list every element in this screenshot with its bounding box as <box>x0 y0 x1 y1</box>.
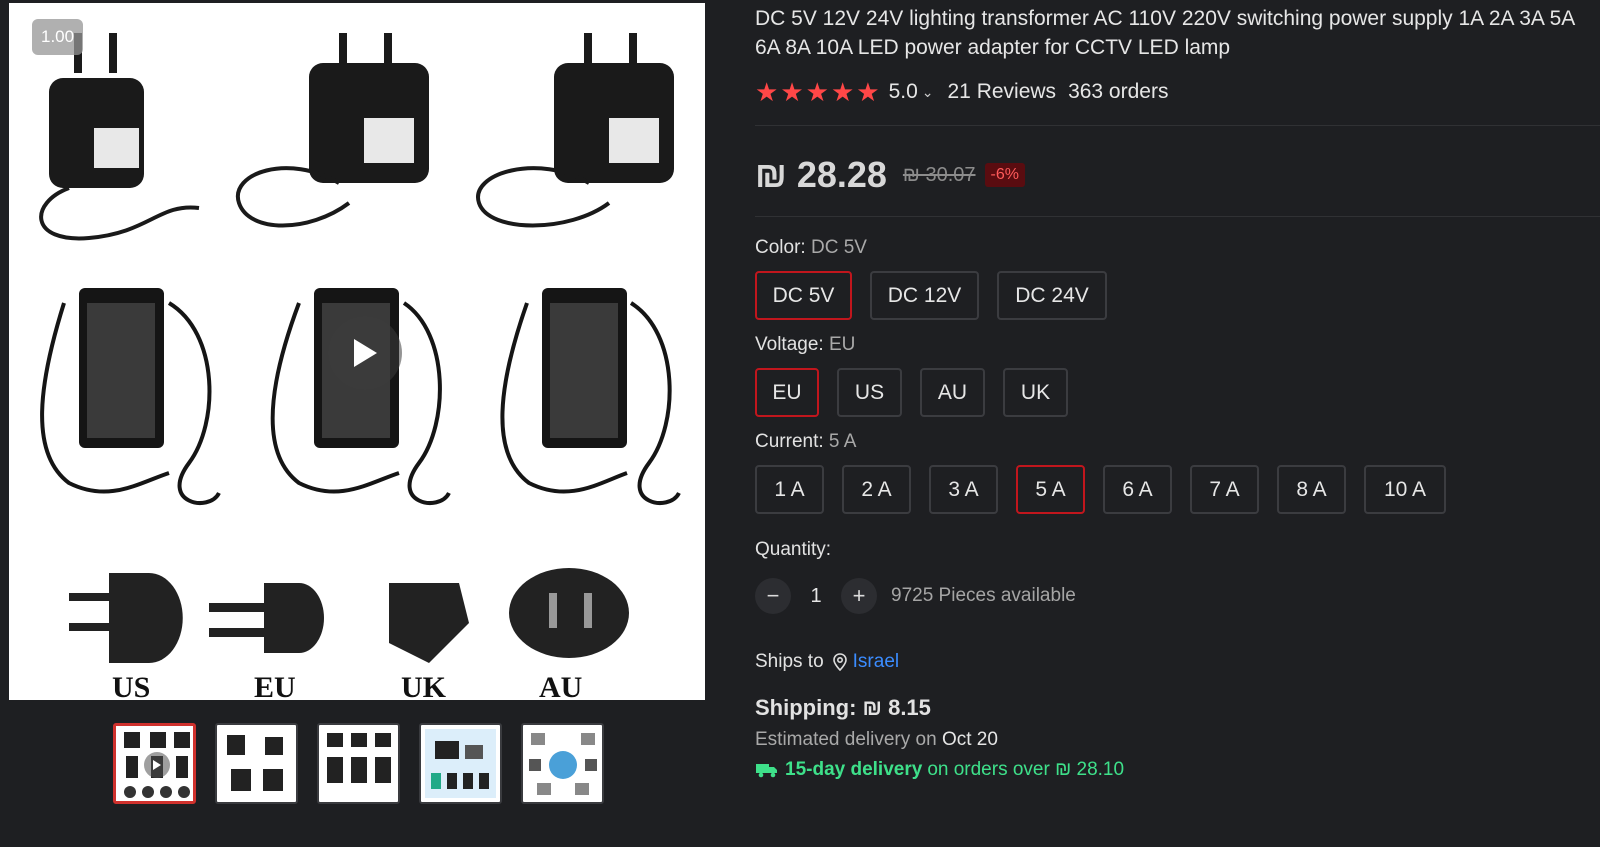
product-info: DC 5V 12V 24V lighting transformer AC 11… <box>755 0 1600 781</box>
ship-country-link[interactable]: Israel <box>853 651 899 673</box>
quantity-increase-button[interactable]: + <box>841 578 877 614</box>
thumbnail-1[interactable] <box>113 723 196 804</box>
thumbnail-strip <box>113 723 604 804</box>
estimated-delivery-label: Estimated delivery on <box>755 729 937 750</box>
original-price: ₪ 30.07 <box>902 163 976 186</box>
color-options: DC 5V DC 12V DC 24V <box>755 271 1600 320</box>
video-play-button[interactable] <box>328 316 402 390</box>
voltage-options: EU US AU UK <box>755 368 1600 417</box>
fast-delivery-condition: on orders over ₪ 28.10 <box>927 759 1125 780</box>
voltage-option-uk[interactable]: UK <box>1003 368 1068 417</box>
current-option-7a[interactable]: 7 A <box>1190 465 1259 514</box>
current-selected-value: 5 A <box>828 431 857 452</box>
quantity-decrease-button[interactable]: − <box>755 578 791 614</box>
truck-icon <box>755 762 779 778</box>
color-selected-value: DC 5V <box>810 237 867 258</box>
voltage-selected-value: EU <box>828 334 856 355</box>
main-product-image[interactable]: US EU UK AU 1.00 <box>9 3 705 700</box>
plug-label-au: AU <box>539 671 583 700</box>
location-pin-icon <box>832 653 847 671</box>
divider <box>755 216 1600 217</box>
shipping-cost: Shipping: ₪ 8.15 <box>755 695 931 720</box>
voltage-label: Voltage: EU <box>755 334 1600 356</box>
play-icon <box>354 339 377 367</box>
thumbnail-3[interactable] <box>317 723 400 804</box>
star-icon: ★ <box>755 77 779 107</box>
thumbnail-image <box>227 735 283 791</box>
rating-row: ★ ★ ★ ★ ★ 5.0 ⌄ 21 Reviews 363 orders <box>755 78 1600 106</box>
divider <box>755 125 1600 126</box>
current-option-1a[interactable]: 1 A <box>755 465 824 514</box>
color-option-dc5v[interactable]: DC 5V <box>755 271 852 320</box>
orders-count: 363 orders <box>1068 80 1169 103</box>
current-label: Current: 5 A <box>755 431 1600 453</box>
reviews-link[interactable]: 21 Reviews <box>948 80 1057 104</box>
star-icon: ★ <box>780 77 804 107</box>
voltage-label-text: Voltage: <box>755 334 824 355</box>
plug-label-eu: EU <box>254 671 296 700</box>
rating-stars: ★ ★ ★ ★ ★ <box>755 79 880 105</box>
product-gallery: US EU UK AU 1.00 <box>9 3 705 804</box>
current-price: ₪ 28.28 <box>755 154 887 195</box>
voltage-option-us[interactable]: US <box>837 368 902 417</box>
voltage-option-au[interactable]: AU <box>920 368 985 417</box>
current-options: 1 A 2 A 3 A 5 A 6 A 7 A 8 A 10 A <box>755 465 1600 514</box>
quantity-stepper: − 1 + 9725 Pieces available <box>755 577 1600 615</box>
current-option-5a[interactable]: 5 A <box>1016 465 1085 514</box>
color-option-dc12v[interactable]: DC 12V <box>870 271 979 320</box>
plug-label-uk: UK <box>401 671 446 700</box>
thumbnail-image <box>529 733 597 795</box>
thumbnail-5[interactable] <box>521 723 604 804</box>
ships-to-row: Ships to Israel <box>755 651 1600 673</box>
stock-available: 9725 Pieces available <box>891 585 1076 606</box>
current-option-6a[interactable]: 6 A <box>1103 465 1172 514</box>
color-label: Color: DC 5V <box>755 237 1600 259</box>
color-option-dc24v[interactable]: DC 24V <box>997 271 1107 320</box>
plug-label-us: US <box>112 671 151 700</box>
star-icon: ★ <box>830 77 855 107</box>
current-label-text: Current: <box>755 431 824 452</box>
color-label-text: Color: <box>755 237 806 258</box>
estimated-delivery: Estimated delivery on Oct 20 <box>755 729 1600 751</box>
price-row: ₪ 28.28 ₪ 30.07 -6% <box>755 150 1600 200</box>
product-title: DC 5V 12V 24V lighting transformer AC 11… <box>755 7 1575 59</box>
thumbnail-image <box>425 729 496 798</box>
zoom-level-badge: 1.00 <box>32 19 84 55</box>
current-option-8a[interactable]: 8 A <box>1277 465 1346 514</box>
current-option-2a[interactable]: 2 A <box>842 465 911 514</box>
star-icon: ★ <box>805 77 829 107</box>
thumbnail-4[interactable] <box>419 723 502 804</box>
thumbnail-2[interactable] <box>215 723 298 804</box>
quantity-label: Quantity: <box>755 539 832 560</box>
current-option-10a[interactable]: 10 A <box>1364 465 1446 514</box>
fast-delivery-label: 15-day delivery <box>785 759 923 780</box>
quantity-input[interactable]: 1 <box>791 585 841 608</box>
chevron-down-icon[interactable]: ⌄ <box>922 84 934 101</box>
voltage-option-eu[interactable]: EU <box>755 368 819 417</box>
thumbnail-play-icon <box>144 752 170 778</box>
fast-delivery-row: 15-day delivery on orders over ₪ 28.10 <box>755 759 1600 781</box>
thumbnail-image <box>327 733 391 783</box>
current-option-3a[interactable]: 3 A <box>929 465 998 514</box>
ships-to-label: Ships to <box>755 651 824 672</box>
rating-value[interactable]: 5.0 <box>889 80 918 104</box>
star-icon: ★ <box>856 77 880 107</box>
estimated-delivery-date: Oct 20 <box>941 729 998 750</box>
discount-badge: -6% <box>984 163 1025 187</box>
